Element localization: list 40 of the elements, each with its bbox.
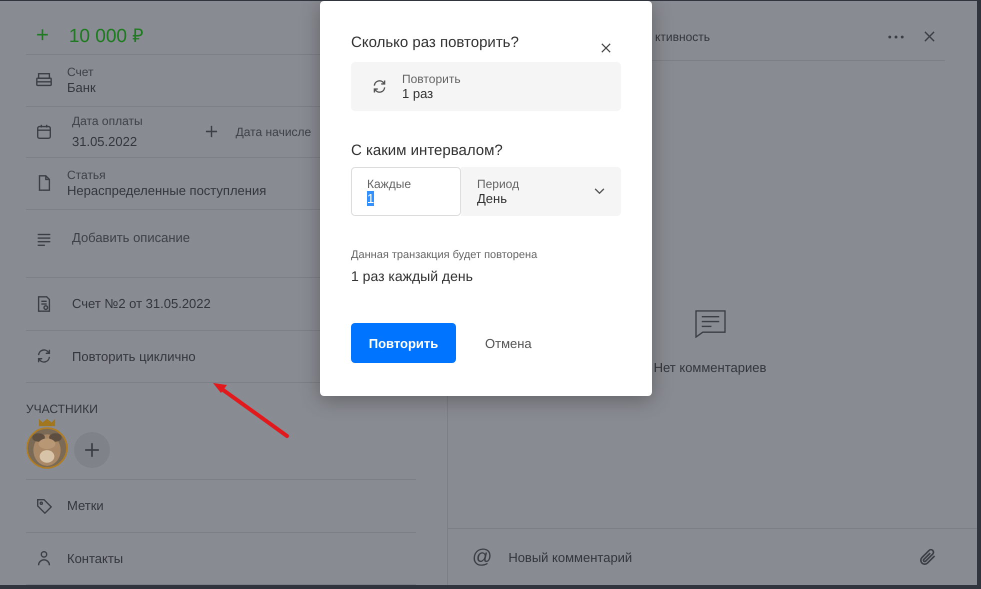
- field-label: Статья: [67, 168, 107, 182]
- field-link[interactable]: Счет №2 от 31.05.2022: [72, 296, 211, 312]
- period-dropdown[interactable]: Период День: [461, 167, 621, 216]
- repeat-button[interactable]: Повторить: [351, 323, 456, 363]
- person-icon: [35, 549, 53, 568]
- field-link[interactable]: Повторить циклично: [72, 348, 196, 364]
- tag-icon: [35, 496, 53, 515]
- section-title: УЧАСТНИКИ: [26, 402, 99, 416]
- calendar-icon: [35, 122, 53, 141]
- field-link[interactable]: Контакты: [67, 550, 124, 566]
- empty-message: Нет комментариев: [654, 360, 766, 375]
- plus-icon: [84, 442, 100, 458]
- repeat-icon: [35, 347, 53, 366]
- close-icon[interactable]: [601, 43, 611, 53]
- summary-text: 1 раз каждый день: [351, 268, 474, 284]
- field-value[interactable]: Банк: [67, 80, 96, 96]
- mention-icon[interactable]: @: [472, 546, 492, 568]
- field-link[interactable]: Метки: [67, 498, 104, 514]
- field-label[interactable]: Дата начисле: [236, 124, 312, 139]
- summary-label: Данная транзакция будет повторена: [351, 249, 538, 261]
- plus-sign: +: [36, 22, 49, 48]
- field-label: Дата оплаты: [72, 114, 143, 128]
- amount: 10 000 ₽: [68, 24, 144, 48]
- chat-icon: [694, 309, 726, 338]
- invoice-icon: [35, 294, 53, 313]
- tab-title[interactable]: ктивность: [655, 30, 710, 44]
- cancel-button[interactable]: Отмена: [485, 336, 532, 350]
- add-participant-button[interactable]: [74, 432, 110, 468]
- comment-field[interactable]: Новый комментарий: [506, 548, 917, 566]
- section-title: С каким интервалом?: [351, 142, 504, 159]
- field-link[interactable]: Добавить описание: [72, 230, 190, 244]
- chevron-down-icon: [594, 188, 605, 195]
- more-icon[interactable]: [888, 34, 904, 38]
- field-value[interactable]: Нераспределенные поступления: [67, 183, 266, 198]
- date-value[interactable]: 31.05.2022: [72, 134, 143, 150]
- field-label: Счет: [67, 65, 95, 80]
- plus-icon[interactable]: [204, 125, 218, 138]
- repeat-icon: [371, 78, 388, 95]
- dialog-title: Сколько раз повторить?: [351, 34, 519, 51]
- repeat-count-field[interactable]: Повторить 1 раз: [351, 62, 621, 111]
